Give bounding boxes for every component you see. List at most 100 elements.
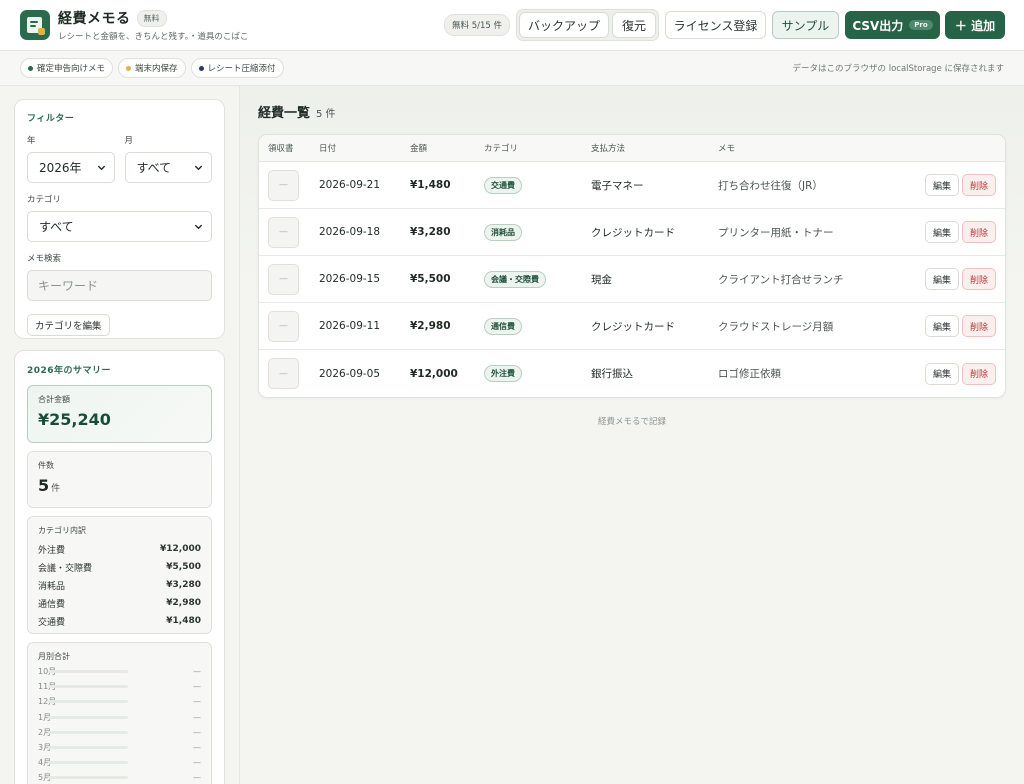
monthly-row: 5月 —: [38, 770, 201, 784]
month-label: 月: [124, 136, 134, 146]
payment-cell: クレジットカード: [591, 226, 675, 239]
category-cell: 外注費: [484, 365, 591, 382]
category-name: 外注費: [38, 545, 66, 556]
backup-button[interactable]: バックアップ: [519, 12, 609, 38]
category-amount: ¥5,500: [166, 562, 201, 572]
license-register-button[interactable]: ライセンス登録: [665, 11, 766, 39]
month-select[interactable]: すべて: [124, 152, 212, 183]
category-badge: 交通費: [484, 176, 522, 194]
monthly-row: 12月—: [38, 694, 201, 709]
monthly-total-box: 月別合計 10月—11月—12月—1月—2月—3月—4月—5月—: [27, 642, 212, 784]
chevron-down-icon: [194, 224, 203, 230]
memo-cell: ロゴ修正依頼: [718, 368, 781, 380]
storage-note: データはこのブラウザの localStorage に保存されます: [792, 64, 1004, 74]
receipt-thumbnail[interactable]: —: [268, 216, 299, 248]
col-amount: 金額: [410, 144, 428, 154]
feature-tags: 確定申告向けメモ 端末内保存 レシート圧縮添付: [20, 58, 289, 78]
edit-categories-button[interactable]: カテゴリを編集: [27, 314, 110, 336]
col-date: 日付: [319, 144, 337, 154]
category-select[interactable]: すべて: [27, 211, 212, 242]
category-select-value: すべて: [39, 220, 74, 234]
receipt-thumbnail[interactable]: —: [268, 358, 299, 389]
month-value: —: [193, 727, 201, 737]
sample-button[interactable]: サンプル: [772, 11, 839, 39]
year-select[interactable]: 2026年: [27, 152, 115, 183]
memo-search-input[interactable]: キーワード: [27, 270, 212, 301]
delete-button[interactable]: 削除: [962, 315, 996, 337]
receipt-cell: —: [259, 169, 319, 201]
payment-cell: 現金: [591, 273, 612, 286]
edit-button[interactable]: 編集: [925, 268, 959, 290]
year-select-value: 2026年: [39, 161, 82, 175]
month-bar: [48, 715, 128, 719]
edit-button[interactable]: 編集: [925, 221, 959, 243]
category-breakdown-box: カテゴリ内訳 外注費 ¥12,000 会議・交際費 ¥5,500 消耗品 ¥3,280 通信…: [27, 516, 212, 634]
app-title: 経費メモる: [58, 11, 131, 27]
backup-restore-group: バックアップ 復元: [516, 9, 659, 41]
receipt-thumbnail[interactable]: —: [268, 263, 299, 295]
main-content: 経費一覧 5 件 領収書 日付 金額 カテゴリ 支払方法 メモ — 2026-09…: [240, 86, 1024, 784]
category-name: 会議・交際費: [38, 563, 93, 574]
delete-button[interactable]: 削除: [962, 268, 996, 290]
category-amount: ¥1,480: [166, 616, 201, 626]
month-bar: [48, 776, 128, 780]
row-actions: 編集 削除: [913, 174, 1005, 196]
feature-tag: 確定申告向けメモ: [20, 58, 114, 78]
usage-count-pill: 無料 5/15 件: [444, 14, 510, 36]
receipt-thumbnail[interactable]: —: [268, 169, 299, 201]
summary-title: 2026年のサマリー: [27, 366, 112, 376]
month-value: —: [193, 773, 201, 783]
month-bar: [48, 730, 128, 734]
feature-tag: 端末内保存: [118, 58, 186, 78]
month-select-value: すべて: [136, 161, 172, 175]
filter-title: フィルター: [27, 114, 75, 124]
delete-button[interactable]: 削除: [962, 362, 996, 385]
table-row: — 2026-09-11 ¥2,980 通信費 クレジットカード クラウドストレージ月額 編…: [259, 303, 1005, 350]
pro-badge: Pro: [909, 20, 933, 30]
count-box: 件数 5件: [27, 451, 212, 508]
month-value: —: [193, 758, 201, 768]
delete-button[interactable]: 削除: [962, 174, 996, 196]
category-badge: 通信費: [484, 317, 522, 335]
category-name: 消耗品: [38, 581, 66, 592]
category-name: 交通費: [38, 617, 66, 628]
date-cell: 2026-09-11: [319, 320, 381, 332]
status-dot-icon: [28, 65, 33, 71]
category-name: 通信費: [38, 599, 66, 610]
month-value: —: [193, 667, 201, 677]
category-breakdown-row: 消耗品 ¥3,280: [38, 576, 201, 594]
csv-export-button[interactable]: CSV出力 Pro: [845, 11, 940, 39]
edit-button[interactable]: 編集: [925, 174, 959, 196]
category-cell: 通信費: [484, 317, 591, 335]
filter-panel: フィルター 年 2026年 月 すべて カテゴリ すべて メモ検索 キーワード …: [14, 99, 225, 339]
status-dot-icon: [198, 65, 204, 71]
col-receipt: 領収書: [268, 144, 294, 154]
amount-cell: ¥3,280: [410, 226, 451, 238]
edit-button[interactable]: 編集: [925, 362, 959, 385]
month-value: —: [193, 743, 201, 753]
restore-button[interactable]: 復元: [612, 12, 656, 38]
count-unit: 件: [51, 484, 61, 494]
expense-table: 領収書 日付 金額 カテゴリ 支払方法 メモ — 2026-09-21 ¥1,480…: [258, 134, 1006, 398]
csv-export-label: CSV出力: [852, 18, 904, 33]
month-bar: [48, 761, 128, 765]
summary-panel: 2026年のサマリー 合計金額 ¥25,240 件数 5件 カテゴリ内訳 外注費…: [14, 350, 225, 784]
category-cell: 会議・交際費: [484, 270, 591, 288]
feature-tag-label: 確定申告向けメモ: [37, 64, 106, 74]
chevron-down-icon: [97, 165, 105, 171]
list-title: 経費一覧: [258, 106, 311, 121]
category-amount: ¥3,280: [166, 580, 201, 590]
count-label: 件数: [38, 461, 54, 470]
feature-tag-label: 端末内保存: [135, 64, 178, 74]
year-label: 年: [27, 136, 36, 146]
app-subtitle: レシートと金額を、きちんと残す。・道具のこばこ: [58, 32, 249, 42]
delete-button[interactable]: 削除: [962, 221, 996, 243]
feature-tag-label: レシート圧縮添付: [207, 64, 276, 74]
edit-button[interactable]: 編集: [925, 315, 959, 337]
add-expense-button[interactable]: ＋ 追加: [945, 11, 1005, 39]
sidebar: フィルター 年 2026年 月 すべて カテゴリ すべて メモ検索 キーワード …: [0, 86, 240, 784]
total-value: ¥25,240: [38, 410, 111, 429]
receipt-thumbnail[interactable]: —: [268, 310, 299, 342]
amount-cell: ¥12,000: [410, 367, 458, 380]
month-value: —: [193, 682, 201, 692]
